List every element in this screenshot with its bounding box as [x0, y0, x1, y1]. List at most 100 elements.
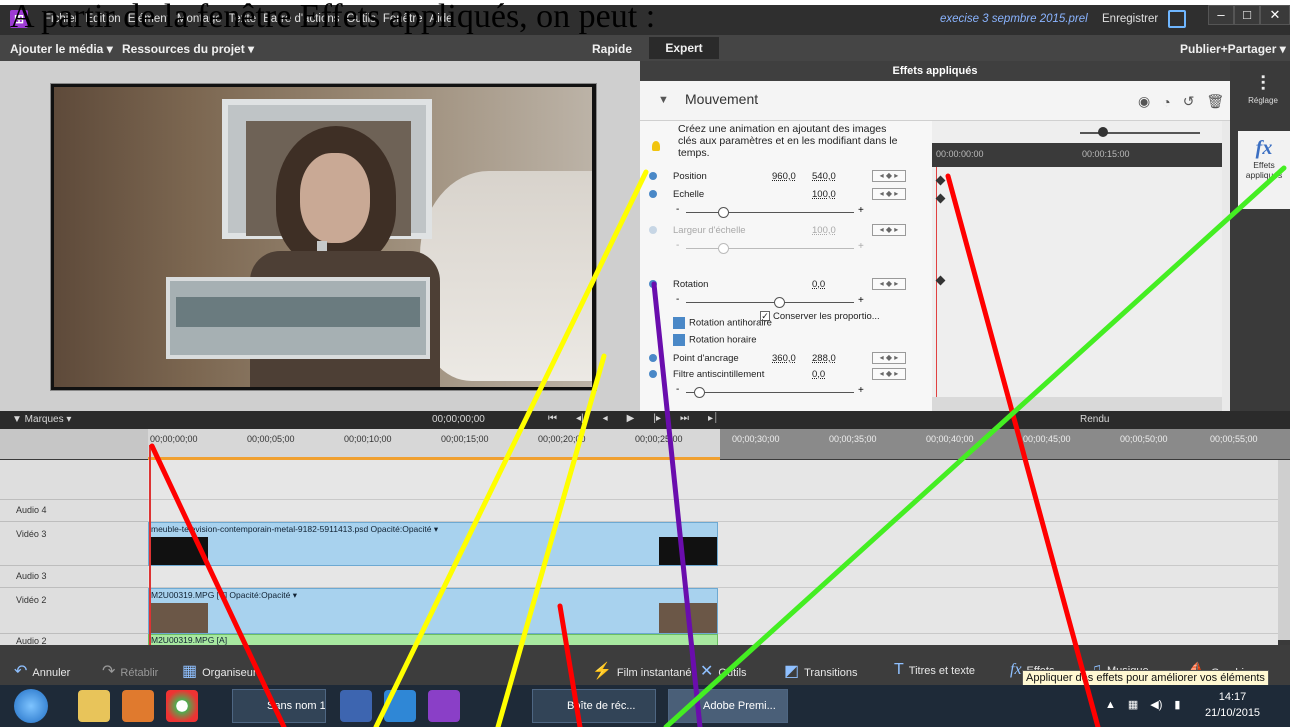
picasa-icon[interactable]	[166, 690, 198, 722]
premiere-elements-icon[interactable]	[428, 690, 460, 722]
motion-section-header[interactable]: ▼ Mouvement ◉ ◔ ↺ 🗑	[640, 81, 1230, 121]
stopwatch-icon[interactable]	[649, 354, 657, 362]
undo-button[interactable]: ↶ Annuler	[14, 661, 70, 681]
track-lane-video-3[interactable]: meuble-television-contemporain-metal-918…	[148, 522, 1278, 566]
taskbar-task-premiere[interactable]: Adobe Premi...	[668, 689, 788, 723]
rotate-cw-button[interactable]: Rotation horaire	[673, 334, 757, 346]
taskbar-task-mail[interactable]: Boîte de réc...	[532, 689, 656, 723]
keyframe-nav[interactable]: ◂ ◆ ▸	[872, 278, 906, 290]
scale-slider[interactable]: - +	[676, 204, 866, 218]
track-header-audio-3[interactable]: Audio 3	[0, 566, 148, 588]
trash-icon[interactable]: 🗑	[1206, 93, 1224, 110]
minimize-button[interactable]: –	[1208, 5, 1234, 25]
play-icon[interactable]: ▶	[627, 413, 635, 424]
transitions-button[interactable]: ◩ Transitions	[784, 661, 858, 681]
scale-slider-knob[interactable]	[718, 207, 729, 218]
eye-icon[interactable]: ◉	[1138, 93, 1150, 110]
rotation-slider[interactable]: - +	[676, 294, 866, 308]
param-value-x[interactable]: 960,0	[772, 171, 796, 182]
maximize-button[interactable]: □	[1234, 5, 1260, 25]
system-clock[interactable]: 14:17 21/10/2015	[1205, 689, 1260, 721]
redo-button[interactable]: ↷ Rétablir	[102, 661, 158, 681]
track-name: Audio 3	[16, 571, 47, 581]
keyframe-marker[interactable]	[935, 175, 946, 186]
keyframe-nav[interactable]: ◂ ◆ ▸	[872, 188, 906, 200]
track-lane-audio-3[interactable]	[148, 566, 1278, 588]
close-button[interactable]: ✕	[1260, 5, 1290, 25]
tray-expand-icon[interactable]: ▲	[1105, 699, 1116, 711]
photo-app-icon[interactable]	[384, 690, 416, 722]
expert-mode-tab[interactable]: Expert	[649, 37, 719, 59]
video-clip[interactable]: M2U00319.MPG [V] Opacité:Opacité ▾	[148, 588, 718, 634]
step-forward-icon[interactable]: |▸	[653, 413, 661, 424]
keyframe-toggle-icon[interactable]: ◔	[1162, 94, 1170, 110]
zoom-slider[interactable]	[1080, 127, 1200, 137]
timeline-playhead[interactable]	[149, 445, 151, 645]
rotate-ccw-button[interactable]: Rotation antihoraire	[673, 317, 772, 329]
go-to-end-icon[interactable]: ▸⏐	[708, 413, 719, 424]
taskbar-task-sans-nom[interactable]: Sans nom 1 -...	[232, 689, 326, 723]
keep-proportions-checkbox[interactable]: ✓ Conserver les proportio...	[760, 311, 880, 322]
keyframe-nav[interactable]: ◂ ◆ ▸	[872, 352, 906, 364]
fast-forward-icon[interactable]: ⏭	[680, 413, 689, 424]
param-value-y[interactable]: 540,0	[812, 171, 836, 182]
track-lane[interactable]	[148, 460, 1278, 500]
keyframe-nav[interactable]: ◂ ◆ ▸	[872, 170, 906, 182]
render-button[interactable]: Rendu	[1080, 414, 1109, 425]
tools-button[interactable]: ✕ Outils	[700, 661, 747, 681]
collapse-chevron-icon[interactable]: ▼	[658, 94, 669, 106]
instant-movie-button[interactable]: ⚡ Film instantané	[592, 661, 692, 681]
track-header-video-2[interactable]: Vidéo 2	[0, 588, 148, 634]
publish-share-menu[interactable]: Publier+Partager ▾	[1180, 42, 1286, 56]
keyframe-area[interactable]: 00:00:00:00 00:00:15:00	[932, 121, 1222, 411]
param-value-x[interactable]: 360,0	[772, 353, 796, 364]
rotation-slider-knob[interactable]	[774, 297, 785, 308]
start-button[interactable]	[14, 689, 48, 723]
track-lane-audio-4[interactable]	[148, 500, 1278, 522]
stopwatch-icon[interactable]	[649, 370, 657, 378]
stopwatch-icon[interactable]	[649, 280, 657, 288]
add-media-menu[interactable]: Ajouter le média ▾	[10, 42, 113, 56]
reset-icon[interactable]: ↺	[1183, 93, 1195, 110]
titles-button[interactable]: T Titres et texte	[894, 661, 975, 679]
param-value[interactable]: 0,0	[812, 279, 825, 290]
keyframe-scrollbar[interactable]	[932, 397, 1222, 411]
rewind-icon[interactable]: ◂	[603, 413, 608, 424]
quick-mode-tab[interactable]: Rapide	[592, 42, 632, 56]
network-icon[interactable]: ▦	[1128, 698, 1138, 711]
param-value[interactable]: 0,0	[812, 369, 825, 380]
adjust-panel-button[interactable]: ⫶ Réglage	[1236, 73, 1290, 105]
marks-menu[interactable]: ▼ Marques ▾	[12, 414, 71, 425]
stopwatch-icon[interactable]	[649, 190, 657, 198]
volume-icon[interactable]: ◀)	[1150, 698, 1162, 711]
track-header[interactable]	[0, 460, 148, 500]
antiflicker-slider[interactable]: - +	[676, 384, 866, 398]
step-back-icon[interactable]: ◂|	[576, 413, 584, 424]
track-header-video-3[interactable]: Vidéo 3	[0, 522, 148, 566]
save-button[interactable]: Enregistrer	[1102, 13, 1158, 25]
signal-icon[interactable]: ▮	[1174, 698, 1180, 711]
track-header-audio-4[interactable]: Audio 4	[0, 500, 148, 522]
tools-icon: ✕	[700, 663, 714, 680]
keyframe-ruler[interactable]: 00:00:00:00 00:00:15:00	[932, 143, 1222, 167]
keyframe-playhead[interactable]	[935, 167, 946, 397]
track-lane-video-2[interactable]: M2U00319.MPG [V] Opacité:Opacité ▾	[148, 588, 1278, 634]
antiflicker-slider-knob[interactable]	[694, 387, 705, 398]
keyframe-marker[interactable]	[935, 275, 946, 286]
go-to-start-icon[interactable]: ⏮	[548, 413, 557, 424]
stopwatch-icon[interactable]	[649, 172, 657, 180]
organizer-button[interactable]: ▦ Organiseur	[182, 661, 257, 681]
media-player-icon[interactable]	[122, 690, 154, 722]
keyframe-nav[interactable]: ◂ ◆ ▸	[872, 368, 906, 380]
video-clip[interactable]: meuble-television-contemporain-metal-918…	[148, 522, 718, 566]
keyframe-marker[interactable]	[935, 193, 946, 204]
encyclopedia-icon[interactable]	[340, 690, 372, 722]
timeline-ruler[interactable]: 00;00;00;00 00;00;05;00 00;00;10;00 00;0…	[0, 429, 1290, 460]
project-resources-menu[interactable]: Ressources du projet ▾	[122, 42, 254, 56]
fullscreen-icon[interactable]	[1168, 10, 1186, 28]
explorer-icon[interactable]	[78, 690, 110, 722]
applied-effects-button[interactable]: fx Effets appliqués	[1238, 131, 1290, 209]
param-value-y[interactable]: 288,0	[812, 353, 836, 364]
timeline-timecode[interactable]: 00;00;00;00	[432, 414, 485, 425]
param-value[interactable]: 100,0	[812, 189, 836, 200]
